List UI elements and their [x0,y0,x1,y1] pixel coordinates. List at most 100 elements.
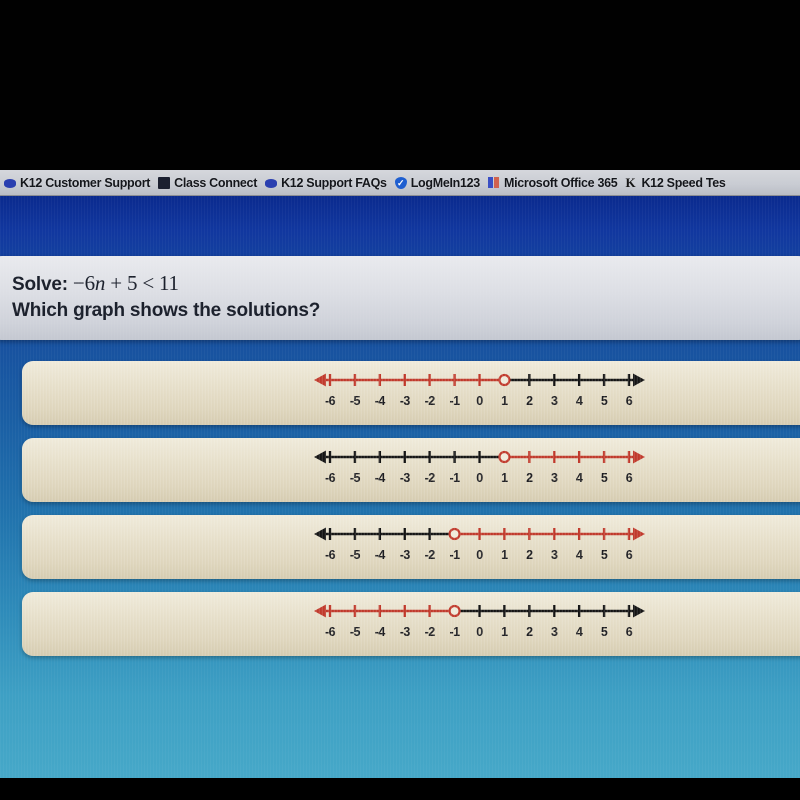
tick-label: 5 [600,625,608,639]
number-line-svg [314,373,645,387]
tick-label: -2 [424,625,436,639]
number-line-svg [314,604,645,618]
tick-label: -4 [374,471,386,485]
number-line-svg [314,450,645,464]
ellipse-blue-icon [265,179,278,188]
bookmark-item[interactable]: Class Connect [156,176,263,190]
tick-label: 6 [625,394,633,408]
tick-label: 0 [476,625,483,639]
tick-label-row: -6 -5 -4 -3 -2 -1 0 1 2 3 4 5 6 [312,471,647,487]
tick-label: -2 [424,471,436,485]
bookmark-item[interactable]: Microsoft Office 365 [486,176,623,190]
shield-icon: ✓ [394,177,407,189]
tick-label-row: -6 -5 -4 -3 -2 -1 0 1 2 3 4 5 6 [312,394,647,410]
right-arrowhead [633,527,645,541]
open-circle-endpoint [448,604,461,618]
expression-neg-coeff: −6 [72,271,95,295]
expression-plus-term: + 5 [110,271,138,295]
tick-label: 1 [501,625,508,639]
bookmark-item[interactable]: K12 Support FAQs [263,176,393,190]
tick-label: 5 [600,471,608,485]
answer-option-a[interactable]: -6 -5 -4 -3 -2 -1 0 1 2 3 4 5 6 [22,361,800,425]
open-circle-endpoint [498,373,511,387]
right-arrowhead [633,373,645,387]
open-circle-endpoint [448,527,461,541]
tick-label: 2 [526,394,533,408]
number-line-graph: -6 -5 -4 -3 -2 -1 0 1 2 3 4 5 6 [312,444,647,496]
tick-label: 4 [575,394,583,408]
tick-label: -2 [424,548,436,562]
tick-label-row: -6 -5 -4 -3 -2 -1 0 1 2 3 4 5 6 [312,625,647,641]
question-prompt: Solve: −6n + 5 < 11 [12,270,800,298]
tick-label: -1 [449,625,461,639]
left-arrowhead [314,373,326,387]
tick-label: -1 [449,548,461,562]
tick-label: -1 [449,394,461,408]
tick-label: 2 [526,471,533,485]
bookmark-label: K12 Speed Tes [641,176,726,190]
tick-label: -3 [399,625,411,639]
tick-label: 3 [551,394,558,408]
question-banner: Solve: −6n + 5 < 11 Which graph shows th… [0,256,800,340]
tick-label: 1 [501,548,508,562]
tick-label: 5 [600,394,608,408]
tick-label: -5 [349,471,361,485]
answer-option-d[interactable]: -6 -5 -4 -3 -2 -1 0 1 2 3 4 5 6 [22,592,800,656]
number-line-svg [314,527,645,541]
expression-relation: < 11 [142,271,179,295]
tick-label: -1 [449,471,461,485]
question-expression: −6n + 5 < 11 [73,271,179,295]
screen: K12 Customer Support Class Connect K12 Sup… [0,0,800,800]
tick-label: 3 [551,471,558,485]
left-arrowhead [314,450,326,464]
tick-label: 4 [575,471,583,485]
letterbox-bottom [0,778,800,800]
bookmark-item[interactable]: K K12 Speed Tes [623,176,731,190]
answer-option-b[interactable]: -6 -5 -4 -3 -2 -1 0 1 2 3 4 5 6 [22,438,800,502]
tick-label: -3 [399,471,411,485]
tick-label: -4 [374,394,386,408]
tick-label: -6 [324,548,336,562]
left-arrowhead [314,604,326,618]
bookmark-label: K12 Support FAQs [281,176,387,190]
bookmarks-bar[interactable]: K12 Customer Support Class Connect K12 Sup… [0,170,800,196]
tick-label: 6 [625,548,633,562]
tick-label: -3 [399,548,411,562]
tick-label: -4 [374,548,386,562]
bookmark-label: K12 Customer Support [20,176,151,190]
tick-label: -6 [324,625,336,639]
dark-square-icon [158,177,171,189]
question-prompt-label: Solve: [12,274,68,295]
tick-label: 3 [551,548,558,562]
number-line-graph: -6 -5 -4 -3 -2 -1 0 1 2 3 4 5 6 [312,598,647,650]
number-line-graph: -6 -5 -4 -3 -2 -1 0 1 2 3 4 5 6 [312,367,647,419]
tick-label: 4 [575,625,583,639]
open-circle-endpoint [498,450,511,464]
tick-label: 5 [600,548,608,562]
tick-label-row: -6 -5 -4 -3 -2 -1 0 1 2 3 4 5 6 [312,548,647,564]
tick-label: -5 [349,548,361,562]
tick-label: 3 [551,625,558,639]
bookmark-item[interactable]: ✓ LogMeIn123 [393,176,486,190]
answer-option-c[interactable]: -6 -5 -4 -3 -2 -1 0 1 2 3 4 5 6 [22,515,800,579]
left-arrowhead [314,527,326,541]
question-subprompt: Which graph shows the solutions? [12,300,321,321]
tick-label: -3 [399,394,411,408]
office-squares-icon [487,177,500,189]
tick-label: 0 [476,471,483,485]
letter-k-icon: K [625,175,636,190]
bookmark-label: LogMeIn123 [410,176,481,190]
page-content: Solve: −6n + 5 < 11 Which graph shows th… [0,196,800,778]
tick-label: 1 [501,471,508,485]
tick-label: -4 [374,625,386,639]
answer-options-list: -6 -5 -4 -3 -2 -1 0 1 2 3 4 5 6 -6 -5 -4 -3 -2 -1 0 1 2 3 4 5 6 -6… [0,361,800,669]
tick-label: -5 [349,625,361,639]
ellipse-blue-icon [4,179,16,188]
tick-label: 6 [625,471,633,485]
bookmark-label: Microsoft Office 365 [503,176,618,190]
expression-variable: n [94,271,106,295]
tick-label: -6 [324,394,336,408]
tick-label: 2 [526,625,533,639]
bookmark-item[interactable]: K12 Customer Support [2,176,156,190]
tick-label: 1 [501,394,508,408]
